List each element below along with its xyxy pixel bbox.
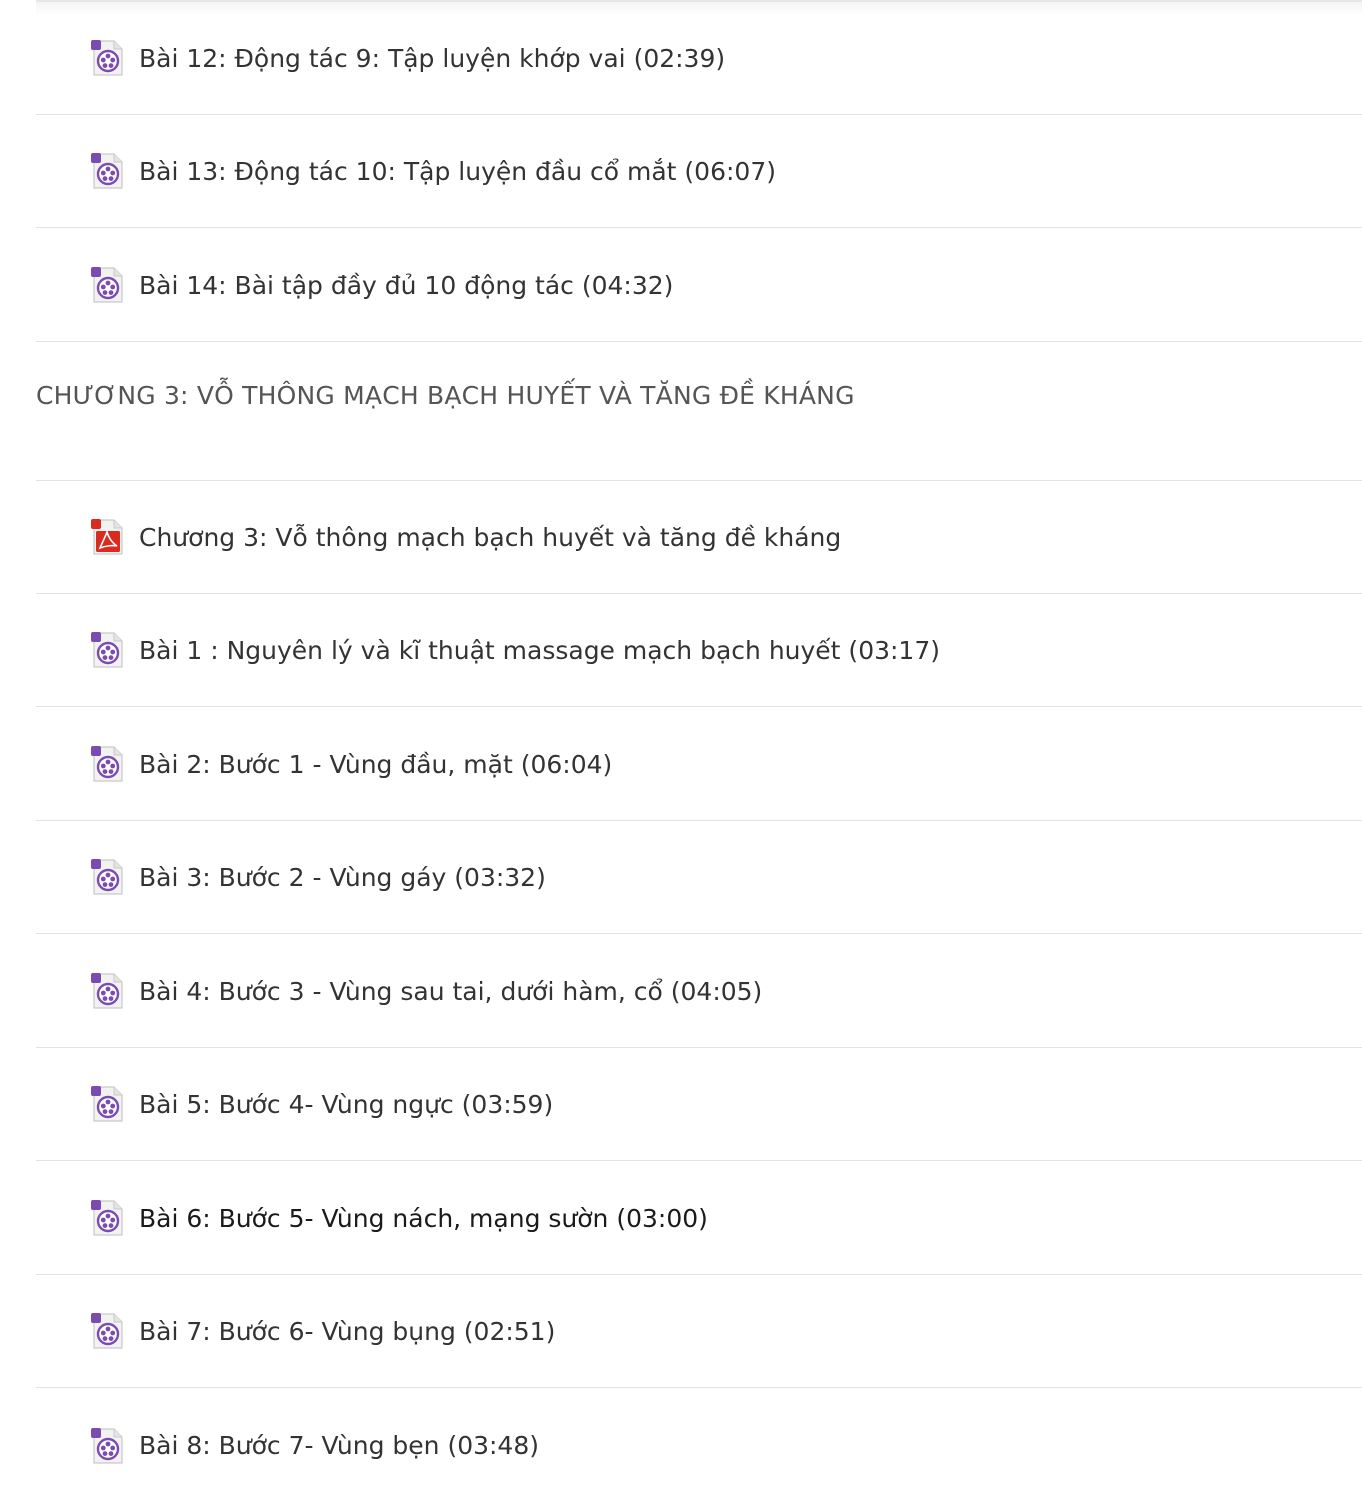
lesson-row[interactable]: Bài 6: Bước 5- Vùng nách, mạng sườn (03:… [36, 1162, 1362, 1275]
lesson-title[interactable]: Bài 13: Động tác 10: Tập luyện đầu cổ mắ… [139, 115, 776, 227]
lesson-title[interactable]: Bài 8: Bước 7- Vùng bẹn (03:48) [139, 1389, 539, 1502]
video-file-icon [88, 1311, 126, 1351]
video-file-icon [88, 857, 126, 897]
lesson-title[interactable]: Chương 3: Vỗ thông mạch bạch huyết và tă… [139, 481, 841, 593]
pdf-file-icon [88, 517, 126, 557]
lesson-row[interactable]: Bài 4: Bước 3 - Vùng sau tai, dưới hàm, … [36, 935, 1362, 1048]
chapter-title: CHƯƠNG 3: VỖ THÔNG MẠCH BẠCH HUYẾT VÀ TĂ… [36, 381, 855, 410]
video-file-icon [88, 1426, 126, 1466]
lesson-title[interactable]: Bài 4: Bước 3 - Vùng sau tai, dưới hàm, … [139, 935, 762, 1047]
lesson-title[interactable]: Bài 3: Bước 2 - Vùng gáy (03:32) [139, 821, 546, 933]
lesson-row[interactable]: Chương 3: Vỗ thông mạch bạch huyết và tă… [36, 481, 1362, 594]
video-file-icon [88, 265, 126, 305]
video-file-icon [88, 971, 126, 1011]
video-file-icon [88, 1084, 126, 1124]
lesson-row[interactable]: Bài 8: Bước 7- Vùng bẹn (03:48) [36, 1389, 1362, 1502]
video-file-icon [88, 1198, 126, 1238]
lesson-row[interactable]: Bài 13: Động tác 10: Tập luyện đầu cổ mắ… [36, 115, 1362, 228]
video-file-icon [88, 630, 126, 670]
lesson-row[interactable]: Bài 12: Động tác 9: Tập luyện khớp vai (… [36, 2, 1362, 115]
lesson-title[interactable]: Bài 14: Bài tập đầy đủ 10 động tác (04:3… [139, 229, 673, 341]
lesson-row[interactable]: Bài 14: Bài tập đầy đủ 10 động tác (04:3… [36, 229, 1362, 342]
video-file-icon [88, 151, 126, 191]
video-file-icon [88, 38, 126, 78]
lesson-title[interactable]: Bài 7: Bước 6- Vùng bụng (02:51) [139, 1275, 555, 1387]
chapter-header: CHƯƠNG 3: VỖ THÔNG MẠCH BẠCH HUYẾT VÀ TĂ… [36, 344, 1362, 481]
lesson-row[interactable]: Bài 2: Bước 1 - Vùng đầu, mặt (06:04) [36, 708, 1362, 821]
lesson-row[interactable]: Bài 3: Bước 2 - Vùng gáy (03:32) [36, 821, 1362, 934]
lesson-title[interactable]: Bài 12: Động tác 9: Tập luyện khớp vai (… [139, 2, 725, 114]
lesson-row[interactable]: Bài 5: Bước 4- Vùng ngực (03:59) [36, 1048, 1362, 1161]
lesson-title[interactable]: Bài 1 : Nguyên lý và kĩ thuật massage mạ… [139, 594, 940, 706]
video-file-icon [88, 744, 126, 784]
lesson-row[interactable]: Bài 1 : Nguyên lý và kĩ thuật massage mạ… [36, 594, 1362, 707]
lesson-title[interactable]: Bài 6: Bước 5- Vùng nách, mạng sườn (03:… [139, 1162, 708, 1274]
lesson-title[interactable]: Bài 5: Bước 4- Vùng ngực (03:59) [139, 1048, 553, 1160]
lesson-title[interactable]: Bài 2: Bước 1 - Vùng đầu, mặt (06:04) [139, 708, 612, 820]
lesson-row[interactable]: Bài 7: Bước 6- Vùng bụng (02:51) [36, 1275, 1362, 1388]
